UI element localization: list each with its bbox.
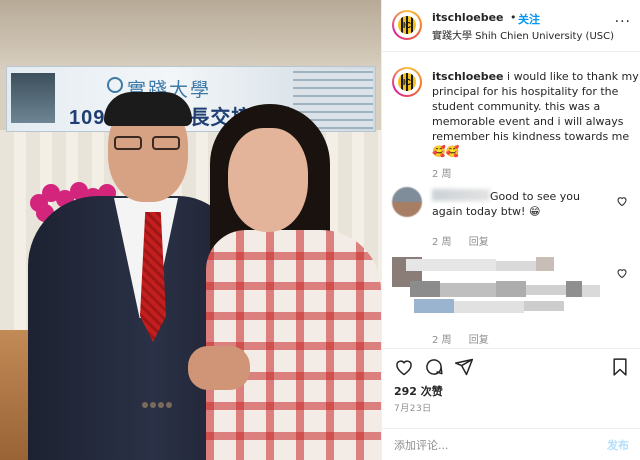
header-location[interactable]: 實踐大學 Shih Chien University (USC) [432, 27, 614, 42]
comment-reply-button[interactable]: 回复 [469, 335, 489, 346]
instagram-post: 實踐大學 109學年度校長交接典禮 IC itschloebee [0, 0, 640, 460]
comment-mosaic-pixelation [392, 257, 622, 327]
bee-logo-icon: IC [398, 16, 416, 34]
photo-man-glasses [112, 136, 184, 152]
caption-avatar[interactable]: IC [392, 67, 422, 97]
header-username[interactable]: itschloebee [432, 11, 504, 24]
add-comment-bar: 发布 [382, 428, 640, 460]
comment-avatar-blurred[interactable] [392, 187, 422, 217]
photo-handshake [188, 346, 250, 390]
header-avatar[interactable]: IC [392, 10, 422, 40]
comment-emoji: 😁 [528, 205, 541, 218]
comment-meta: 2 周 回复 [432, 233, 503, 248]
share-paper-plane-icon[interactable] [454, 357, 474, 377]
comment-like-heart-icon[interactable] [616, 267, 628, 279]
post-actions: 292 次赞 7月23日 [382, 348, 640, 428]
like-heart-icon[interactable] [394, 357, 414, 377]
save-bookmark-icon[interactable] [610, 357, 630, 377]
banner-building-image [11, 73, 55, 123]
comment-reply-button[interactable]: 回复 [469, 237, 489, 248]
comment-body: Good to see you again today btw! [432, 190, 580, 218]
comment-like-heart-icon[interactable] [616, 195, 628, 207]
post-photo[interactable]: 實踐大學 109學年度校長交接典禮 [0, 0, 381, 460]
comment-bubble-icon[interactable] [424, 357, 444, 377]
comment-timestamp[interactable]: 2 周 [432, 335, 452, 346]
add-comment-input[interactable] [394, 437, 584, 453]
caption-text: itschloebee i would like to thank my pri… [432, 69, 640, 159]
caption-emoji: 🥰🥰 [432, 145, 460, 158]
comment-item: Good to see you again today btw! 😁 2 周 回… [392, 187, 632, 248]
banner-logo [107, 77, 123, 93]
photo-man-cuff-buttons [142, 398, 174, 411]
post-date[interactable]: 7月23日 [394, 401, 432, 414]
comments-list[interactable]: IC itschloebee i would like to thank my … [382, 53, 640, 348]
post-header: IC itschloebee • 关注 實踐大學 Shih Chien Univ… [382, 0, 640, 52]
photo-man-hair [104, 92, 192, 126]
photo-woman-face [228, 128, 308, 232]
like-count[interactable]: 292 次赞 [394, 383, 443, 399]
comment-item-mosaic: 2 周 回复 [392, 257, 632, 347]
follow-button[interactable]: 关注 [518, 11, 540, 27]
caption-username[interactable]: itschloebee [432, 70, 504, 83]
post-side-panel: IC itschloebee • 关注 實踐大學 Shih Chien Univ… [381, 0, 640, 460]
photo-woman-plaid-shirt [206, 230, 381, 460]
post-comment-button[interactable]: 发布 [607, 437, 629, 453]
header-separator-dot: • [510, 11, 517, 24]
comment-meta: 2 周 回复 [432, 331, 503, 346]
comment-text: Good to see you again today btw! 😁 [432, 189, 612, 219]
comment-timestamp[interactable]: 2 周 [432, 237, 452, 248]
caption-timestamp[interactable]: 2 周 [432, 165, 452, 180]
photo-ceiling [0, 0, 381, 70]
bee-logo-icon: IC [398, 73, 416, 91]
more-options-icon[interactable]: ··· [615, 14, 631, 30]
